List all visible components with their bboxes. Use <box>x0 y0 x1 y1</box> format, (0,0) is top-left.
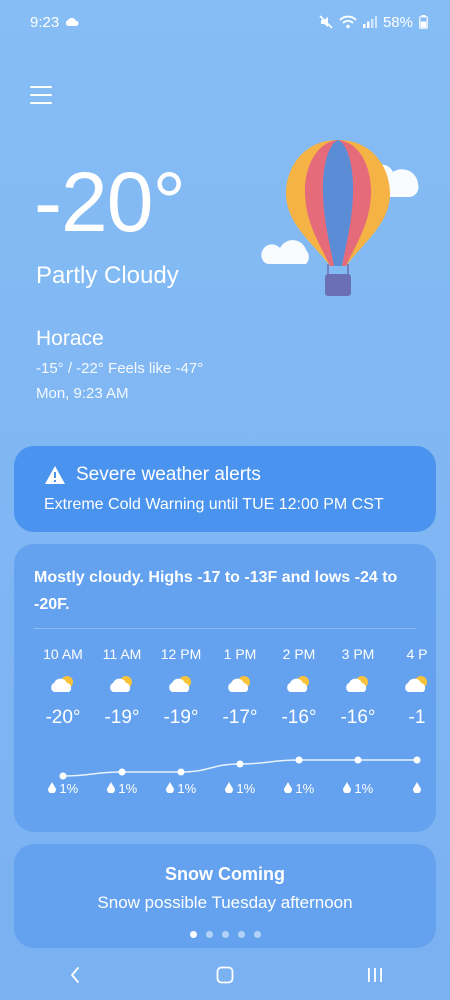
partly-cloudy-icon <box>387 674 436 699</box>
page-dot <box>221 931 229 938</box>
current-datetime: Mon, 9:23 AM <box>36 385 129 402</box>
hour-column[interactable]: 12 PM -19° 1% <box>151 646 211 796</box>
hour-time: 2 PM <box>282 646 316 662</box>
hour-temperature: -16° <box>281 707 317 728</box>
raindrop-icon <box>342 781 351 796</box>
hour-temperature: -20° <box>45 707 81 728</box>
hour-precipitation: 1% <box>151 781 211 796</box>
hour-precipitation: 1% <box>33 781 93 796</box>
battery-icon <box>419 15 428 29</box>
partly-cloudy-icon <box>92 674 152 699</box>
page-dot <box>189 931 197 938</box>
raindrop-icon <box>47 781 56 796</box>
alert-title: Severe weather alerts <box>76 464 261 485</box>
alert-header: Severe weather alerts <box>44 464 406 486</box>
hour-column[interactable]: 4 P -1 <box>387 646 436 796</box>
hour-temperature: -19° <box>163 707 199 728</box>
hourly-forecast-card[interactable]: Mostly cloudy. Highs -17 to -13F and low… <box>14 544 436 832</box>
forecast-summary: Mostly cloudy. Highs -17 to -13F and low… <box>34 569 398 613</box>
status-right: 58% <box>319 14 428 31</box>
raindrop-icon <box>165 781 174 796</box>
back-button[interactable] <box>55 955 95 995</box>
precip-value: 1% <box>59 781 79 796</box>
alert-text: Extreme Cold Warning until TUE 12:00 PM … <box>44 496 384 513</box>
current-condition: Partly Cloudy <box>36 262 179 289</box>
hour-temperature: -17° <box>222 707 258 728</box>
recent-apps-button[interactable] <box>355 955 395 995</box>
precip-value: 1% <box>354 781 374 796</box>
hour-time: 12 PM <box>160 646 202 662</box>
precip-value: 1% <box>177 781 197 796</box>
home-icon <box>216 966 234 984</box>
divider <box>34 628 416 629</box>
high-low-feels-like: -15° / -22° Feels like -47° <box>36 360 204 377</box>
navigation-bar <box>0 950 450 1000</box>
hour-precipitation: 1% <box>92 781 152 796</box>
hour-time: 1 PM <box>223 646 257 662</box>
home-button[interactable] <box>205 955 245 995</box>
recent-apps-icon <box>368 968 382 982</box>
raindrop-icon <box>224 781 233 796</box>
status-time: 9:23 <box>30 13 60 31</box>
wifi-icon <box>339 15 357 29</box>
hour-column[interactable]: 10 AM -20° 1% <box>33 646 93 796</box>
hour-column[interactable]: 2 PM -16° 1% <box>269 646 329 796</box>
precip-value: 1% <box>236 781 256 796</box>
partly-cloudy-icon <box>33 674 93 699</box>
hour-temperature: -16° <box>340 707 376 728</box>
hour-time: 3 PM <box>341 646 375 662</box>
partly-cloudy-icon <box>151 674 211 699</box>
cloud-status-icon <box>66 17 79 26</box>
snow-coming-card[interactable]: Snow Coming Snow possible Tuesday aftern… <box>14 844 436 948</box>
raindrop-icon <box>413 781 421 796</box>
hour-time: 4 P <box>406 646 428 662</box>
page-dot <box>205 931 213 938</box>
page-dot <box>237 931 245 938</box>
hour-column[interactable]: 11 AM -19° 1% <box>92 646 152 796</box>
signal-icon <box>362 16 377 28</box>
warning-triangle-icon <box>45 466 65 484</box>
partly-cloudy-icon <box>210 674 270 699</box>
hour-precipitation: 1% <box>269 781 329 796</box>
snow-text: Snow possible Tuesday afternoon <box>97 893 353 912</box>
mute-icon <box>319 15 333 29</box>
precip-value: 1% <box>118 781 138 796</box>
hot-air-balloon-icon <box>261 140 419 296</box>
severe-weather-alert-card[interactable]: Severe weather alerts Extreme Cold Warni… <box>14 446 436 532</box>
snow-title: Snow Coming <box>165 864 285 884</box>
hour-time: 10 AM <box>43 646 83 662</box>
hour-precipitation <box>387 781 436 796</box>
status-bar: 9:23 58% <box>0 0 450 44</box>
hour-precipitation: 1% <box>210 781 270 796</box>
hour-time: 11 AM <box>102 646 142 662</box>
partly-cloudy-icon <box>269 674 329 699</box>
precip-value: 1% <box>295 781 315 796</box>
current-temperature: -20° <box>34 155 186 249</box>
raindrop-icon <box>106 781 115 796</box>
location-name: Horace <box>36 327 104 350</box>
hour-temperature: -1 <box>408 707 426 728</box>
raindrop-icon <box>283 781 292 796</box>
hour-temperature: -19° <box>104 707 140 728</box>
page-dot <box>253 931 261 938</box>
battery-level: 58% <box>382 13 413 31</box>
hour-column[interactable]: 1 PM -17° 1% <box>210 646 270 796</box>
menu-icon[interactable] <box>30 86 52 106</box>
hour-precipitation: 1% <box>328 781 388 796</box>
status-left: 9:23 <box>30 14 79 31</box>
page-indicator <box>14 931 436 938</box>
partly-cloudy-icon <box>328 674 388 699</box>
back-icon <box>71 967 79 983</box>
hour-column[interactable]: 3 PM -16° 1% <box>328 646 388 796</box>
